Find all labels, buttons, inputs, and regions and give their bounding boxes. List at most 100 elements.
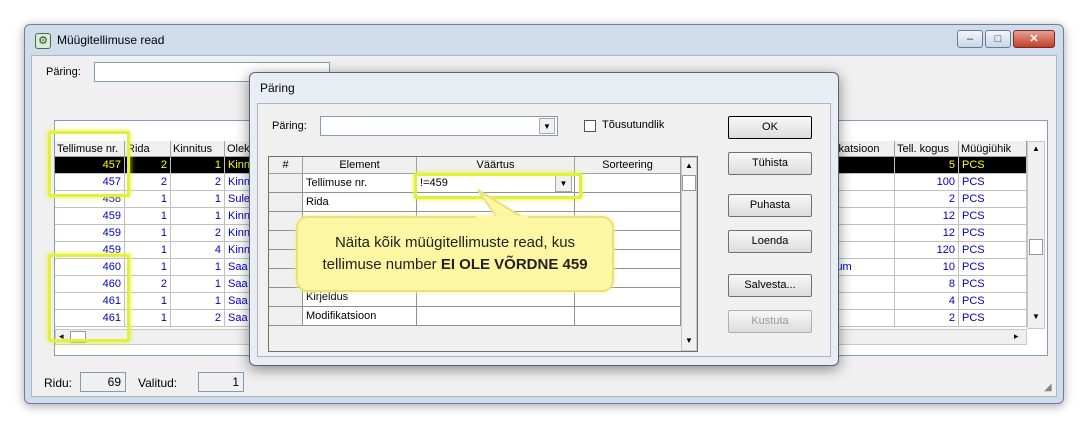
grid-cell-qty[interactable]: 8: [895, 276, 959, 293]
grid-cell-conf[interactable]: 1: [171, 208, 225, 225]
selected-count: 1: [198, 372, 244, 392]
grid-cell-conf[interactable]: 1: [171, 259, 225, 276]
criteria-cell-value[interactable]: [417, 307, 575, 326]
criteria-cell-sort[interactable]: [575, 174, 681, 193]
grid-cell-mod[interactable]: [831, 276, 895, 293]
criteria-row-header: [269, 288, 303, 307]
grid-cell-conf[interactable]: 4: [171, 242, 225, 259]
scroll-down-icon[interactable]: ▼: [1032, 312, 1040, 321]
cancel-button[interactable]: Tühista: [728, 152, 812, 175]
grid-cell-conf[interactable]: 2: [171, 225, 225, 242]
grid-cell-mod[interactable]: [831, 310, 895, 327]
grid-cell-unit[interactable]: PCS: [959, 225, 1027, 242]
save-button[interactable]: Salvesta...: [728, 274, 812, 297]
grid-cell-qty[interactable]: 2: [895, 310, 959, 327]
grid-cell-unit[interactable]: PCS: [959, 157, 1027, 174]
criteria-cell-element[interactable]: Modifikatsioon: [303, 307, 417, 326]
criteria-cell-element[interactable]: Rida: [303, 193, 417, 212]
criteria-cell-sort[interactable]: [575, 307, 681, 326]
grid-cell-order[interactable]: 459: [55, 225, 125, 242]
column-header[interactable]: fikatsioon: [831, 141, 895, 157]
column-header[interactable]: Müügiühik: [959, 141, 1027, 157]
criteria-row-header: [269, 307, 303, 326]
grid-cell-qty[interactable]: 12: [895, 225, 959, 242]
scroll-up-icon[interactable]: ▲: [1032, 144, 1040, 153]
grid-cell-conf[interactable]: 1: [171, 293, 225, 310]
grid-cell-qty[interactable]: 5: [895, 157, 959, 174]
dropdown-arrow-icon[interactable]: ▼: [539, 118, 555, 134]
grid-cell-conf[interactable]: 2: [171, 174, 225, 191]
grid-cell-unit[interactable]: PCS: [959, 276, 1027, 293]
tooltip-pointer-mask: [476, 216, 528, 220]
ascending-label: Tõusutundlik: [602, 119, 665, 131]
grid-cell-unit[interactable]: PCS: [959, 259, 1027, 276]
grid-cell-unit[interactable]: PCS: [959, 293, 1027, 310]
tooltip-line2-prefix: tellimuse number: [322, 256, 441, 273]
ok-button[interactable]: OK: [728, 116, 812, 139]
grid-cell-line[interactable]: 1: [125, 208, 171, 225]
column-header[interactable]: Tell. kogus: [895, 141, 959, 157]
criteria-scroll-down-icon[interactable]: ▼: [685, 336, 693, 345]
grid-cell-line[interactable]: 2: [125, 157, 171, 174]
scroll-right-icon[interactable]: ▸: [1014, 331, 1019, 342]
grid-cell-unit[interactable]: PCS: [959, 174, 1027, 191]
criteria-scrollbar[interactable]: ▲ ▼: [681, 157, 697, 351]
criteria-row-header: [269, 174, 303, 193]
close-button[interactable]: ✕: [1013, 30, 1055, 48]
column-header[interactable]: Rida: [125, 141, 171, 157]
criteria-column-header: Sorteering: [575, 157, 681, 174]
grid-cell-unit[interactable]: PCS: [959, 208, 1027, 225]
clear-button[interactable]: Puhasta: [728, 194, 812, 217]
grid-cell-qty[interactable]: 100: [895, 174, 959, 191]
grid-cell-qty[interactable]: 120: [895, 242, 959, 259]
grid-cell-line[interactable]: 1: [125, 293, 171, 310]
grid-cell-line[interactable]: 1: [125, 242, 171, 259]
maximize-button[interactable]: □: [985, 30, 1011, 48]
grid-cell-line[interactable]: 2: [125, 276, 171, 293]
grid-cell-line[interactable]: 1: [125, 225, 171, 242]
criteria-cell-element[interactable]: Tellimuse nr.: [303, 174, 417, 193]
grid-cell-mod[interactable]: [831, 174, 895, 191]
grid-vertical-scrollbar[interactable]: ▲ ▼: [1027, 141, 1045, 329]
grid-cell-mod[interactable]: [831, 225, 895, 242]
criteria-scroll-up-icon[interactable]: ▲: [685, 161, 693, 170]
grid-cell-conf[interactable]: 1: [171, 157, 225, 174]
criteria-cell-sort[interactable]: [575, 193, 681, 212]
highlight-box-460-461: [48, 254, 130, 342]
dialog-query-select[interactable]: ▼: [320, 116, 558, 136]
window-title: Müügitellimuse read: [57, 33, 165, 47]
dialog-title: Päring: [260, 81, 295, 95]
grid-cell-qty[interactable]: 10: [895, 259, 959, 276]
grid-cell-line[interactable]: 2: [125, 174, 171, 191]
grid-cell-qty[interactable]: 2: [895, 191, 959, 208]
grid-cell-order[interactable]: 459: [55, 208, 125, 225]
criteria-column-header: #: [269, 157, 303, 174]
grid-cell-qty[interactable]: 12: [895, 208, 959, 225]
grid-cell-unit[interactable]: PCS: [959, 310, 1027, 327]
ascending-checkbox[interactable]: [584, 120, 596, 132]
grid-cell-mod[interactable]: [831, 208, 895, 225]
resize-grip-icon[interactable]: ◢: [1044, 382, 1052, 393]
tooltip-line2: tellimuse number EI OLE VÕRDNE 459: [298, 254, 612, 276]
grid-cell-conf[interactable]: 1: [171, 191, 225, 208]
grid-cell-line[interactable]: 1: [125, 310, 171, 327]
grid-cell-mod[interactable]: [831, 293, 895, 310]
query-label: Päring:: [46, 66, 81, 78]
grid-cell-mod[interactable]: [831, 157, 895, 174]
load-button[interactable]: Loenda: [728, 230, 812, 253]
highlight-box-457-458: [48, 131, 130, 197]
grid-cell-unit[interactable]: PCS: [959, 242, 1027, 259]
column-header[interactable]: Kinnitus: [171, 141, 225, 157]
grid-cell-qty[interactable]: 4: [895, 293, 959, 310]
grid-cell-line[interactable]: 1: [125, 191, 171, 208]
grid-cell-line[interactable]: 1: [125, 259, 171, 276]
grid-cell-mod[interactable]: ium: [831, 259, 895, 276]
scrollbar-thumb[interactable]: [1029, 239, 1043, 255]
grid-cell-conf[interactable]: 2: [171, 310, 225, 327]
grid-cell-conf[interactable]: 1: [171, 276, 225, 293]
grid-cell-mod[interactable]: [831, 191, 895, 208]
grid-cell-unit[interactable]: PCS: [959, 191, 1027, 208]
criteria-scroll-thumb[interactable]: [682, 175, 696, 191]
minimize-button[interactable]: –: [957, 30, 983, 48]
grid-cell-mod[interactable]: [831, 242, 895, 259]
